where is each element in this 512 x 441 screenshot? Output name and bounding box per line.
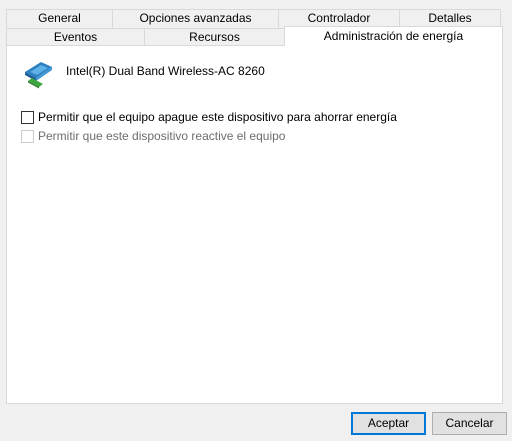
tab-label: Controlador: [307, 11, 371, 25]
allow-power-off-label[interactable]: Permitir que el equipo apague este dispo…: [38, 110, 397, 124]
tab-advanced-options[interactable]: Opciones avanzadas: [112, 9, 279, 28]
tab-resources[interactable]: Recursos: [144, 28, 285, 46]
tab-label: Administración de energía: [323, 29, 464, 43]
tab-label: Opciones avanzadas: [139, 11, 252, 25]
cancel-button[interactable]: Cancelar: [432, 412, 507, 435]
tab-label: Recursos: [189, 30, 240, 44]
allow-wake-option: Permitir que este dispositivo reactive e…: [21, 128, 285, 144]
cancel-button-label: Cancelar: [445, 416, 494, 430]
allow-wake-label: Permitir que este dispositivo reactive e…: [38, 129, 286, 143]
device-name: Intel(R) Dual Band Wireless-AC 8260: [66, 64, 265, 78]
tab-events[interactable]: Eventos: [6, 28, 145, 46]
ok-button-label: Aceptar: [367, 416, 410, 430]
tab-label: Detalles: [428, 11, 472, 25]
allow-power-off-option[interactable]: Permitir que el equipo apague este dispo…: [21, 109, 397, 125]
network-adapter-icon: [22, 57, 54, 89]
allow-power-off-checkbox[interactable]: [21, 110, 34, 124]
tab-label: Eventos: [53, 30, 98, 44]
ok-button[interactable]: Aceptar: [351, 412, 426, 435]
tab-label: General: [38, 11, 81, 25]
tab-power-management[interactable]: Administración de energía: [284, 26, 503, 46]
tab-general[interactable]: General: [6, 9, 113, 28]
allow-wake-checkbox: [21, 129, 34, 143]
power-management-panel: Intel(R) Dual Band Wireless-AC 8260 Perm…: [6, 45, 503, 404]
